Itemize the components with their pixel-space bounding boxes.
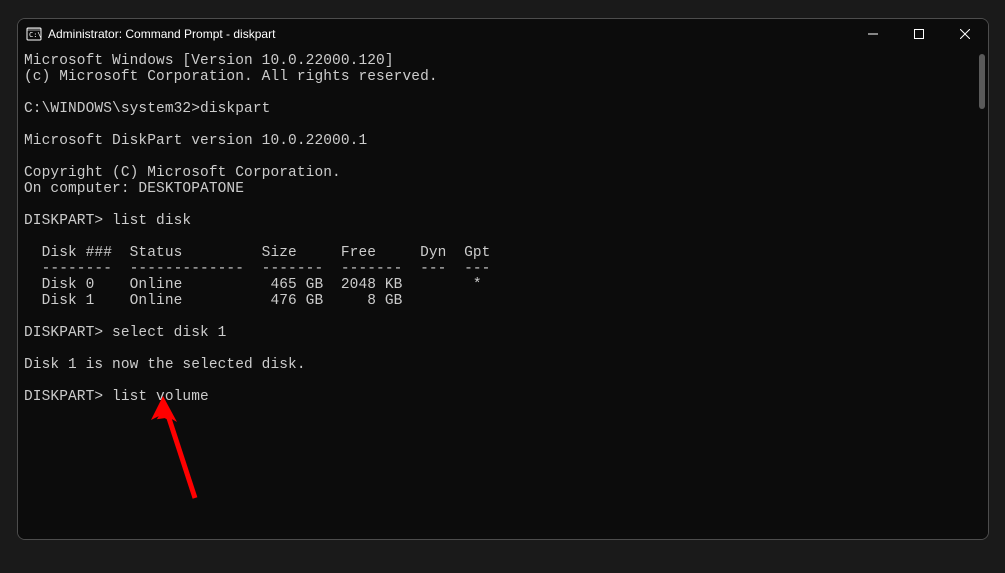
close-button[interactable] bbox=[942, 19, 988, 49]
terminal-body[interactable]: Microsoft Windows [Version 10.0.22000.12… bbox=[18, 49, 988, 539]
svg-text:C:\: C:\ bbox=[29, 31, 42, 39]
minimize-button[interactable] bbox=[850, 19, 896, 49]
cmd-icon: C:\ bbox=[26, 26, 42, 42]
command-prompt-window: C:\ Administrator: Command Prompt - disk… bbox=[17, 18, 989, 540]
window-title: Administrator: Command Prompt - diskpart bbox=[48, 27, 275, 41]
titlebar[interactable]: C:\ Administrator: Command Prompt - disk… bbox=[18, 19, 988, 49]
terminal-output: Microsoft Windows [Version 10.0.22000.12… bbox=[24, 53, 982, 405]
maximize-button[interactable] bbox=[896, 19, 942, 49]
scrollbar-thumb[interactable] bbox=[979, 54, 985, 109]
window-controls bbox=[850, 19, 988, 49]
